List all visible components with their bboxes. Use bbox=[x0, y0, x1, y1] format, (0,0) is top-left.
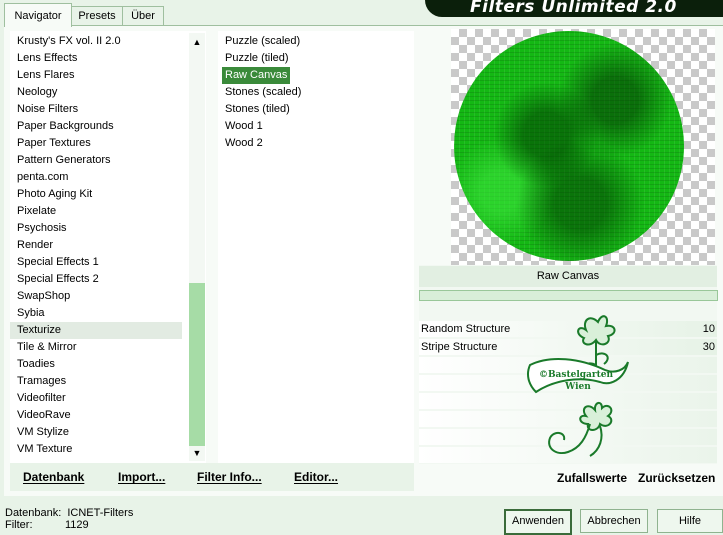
param-value: 10 bbox=[702, 323, 715, 335]
status-filter-label: Filter: bbox=[5, 519, 33, 531]
filter-list[interactable]: Puzzle (scaled) Puzzle (tiled) Raw Canvas S… bbox=[218, 31, 414, 463]
category-item[interactable]: Tile & Mirror bbox=[10, 339, 182, 356]
category-item[interactable]: Pattern Generators bbox=[10, 152, 182, 169]
status-db-value: ICNET-Filters bbox=[67, 507, 134, 519]
filter-item[interactable]: Wood 2 bbox=[225, 135, 263, 152]
preview-progress-bar bbox=[419, 290, 718, 301]
database-button[interactable]: Datenbank bbox=[23, 470, 84, 484]
watermark-logo: ©Bastelgarten Wien bbox=[527, 315, 629, 457]
filter-item[interactable]: Stones (scaled) bbox=[225, 84, 301, 101]
category-item[interactable]: VM Stylize bbox=[10, 424, 182, 441]
category-item[interactable]: Noise Filters bbox=[10, 101, 182, 118]
filter-item[interactable]: Puzzle (scaled) bbox=[225, 33, 300, 50]
category-item[interactable]: Photo Aging Kit bbox=[10, 186, 182, 203]
tab-presets[interactable]: Presets bbox=[71, 6, 123, 26]
filter-item[interactable]: Wood 1 bbox=[225, 118, 263, 135]
randomize-button[interactable]: Zufallswerte bbox=[557, 471, 627, 485]
category-item[interactable]: Pixelate bbox=[10, 203, 182, 220]
scroll-down-icon[interactable]: ▼ bbox=[189, 446, 205, 460]
category-item[interactable]: VideoRave bbox=[10, 407, 182, 424]
filter-info-button[interactable]: Filter Info... bbox=[197, 470, 262, 484]
param-label: Stripe Structure bbox=[421, 341, 498, 353]
preview-filter-name: Raw Canvas bbox=[419, 266, 717, 287]
watermark-text-line2: Wien bbox=[564, 382, 591, 392]
help-button[interactable]: Hilfe bbox=[657, 509, 723, 533]
status-filter-value: 1129 bbox=[65, 519, 89, 531]
category-item[interactable]: Lens Effects bbox=[10, 50, 182, 67]
category-list[interactable]: Krusty's FX vol. II 2.0 Lens Effects Lens … bbox=[10, 31, 206, 463]
param-value: 30 bbox=[702, 341, 715, 353]
editor-button[interactable]: Editor... bbox=[294, 470, 338, 484]
tab-navigator[interactable]: Navigator bbox=[4, 3, 72, 27]
scroll-thumb[interactable] bbox=[189, 283, 205, 446]
category-item[interactable]: SwapShop bbox=[10, 288, 182, 305]
category-item[interactable]: Render bbox=[10, 237, 182, 254]
preview-image bbox=[454, 31, 684, 261]
cancel-button[interactable]: Abbrechen bbox=[580, 509, 648, 533]
status-filter-count: Filter: 1129 bbox=[5, 519, 89, 531]
category-item[interactable]: Special Effects 2 bbox=[10, 271, 182, 288]
category-item[interactable]: Sybia bbox=[10, 305, 182, 322]
watermark-text-line1: ©Bastelgarten bbox=[539, 370, 614, 380]
filter-item[interactable]: Raw Canvas bbox=[222, 67, 291, 84]
category-item[interactable]: Lens Flares bbox=[10, 67, 182, 84]
category-item[interactable]: Special Effects 1 bbox=[10, 254, 182, 271]
status-database: Datenbank: ICNET-Filters bbox=[5, 507, 133, 519]
category-scrollbar[interactable]: ▲ ▼ bbox=[189, 33, 205, 461]
category-item[interactable]: penta.com bbox=[10, 169, 182, 186]
category-item[interactable]: Neology bbox=[10, 84, 182, 101]
category-item[interactable]: Videofilter bbox=[10, 390, 182, 407]
category-item[interactable]: Psychosis bbox=[10, 220, 182, 237]
category-item[interactable]: Texturize bbox=[10, 322, 182, 339]
category-item[interactable]: VM Texture bbox=[10, 441, 182, 458]
param-label: Random Structure bbox=[421, 323, 511, 335]
category-item[interactable]: Paper Textures bbox=[10, 135, 182, 152]
category-item[interactable]: Paper Backgrounds bbox=[10, 118, 182, 135]
category-item[interactable]: Krusty's FX vol. II 2.0 bbox=[10, 33, 182, 50]
filter-item[interactable]: Puzzle (tiled) bbox=[225, 50, 289, 67]
list-button-bar: Datenbank Import... Filter Info... Edito… bbox=[10, 463, 414, 491]
scroll-up-icon[interactable]: ▲ bbox=[189, 35, 205, 49]
tab-about[interactable]: Über bbox=[122, 6, 164, 26]
status-db-label: Datenbank: bbox=[5, 507, 62, 519]
category-item[interactable]: Tramages bbox=[10, 373, 182, 390]
app-title: Filters Unlimited 2.0 bbox=[470, 0, 677, 17]
import-button[interactable]: Import... bbox=[118, 470, 165, 484]
apply-button[interactable]: Anwenden bbox=[504, 509, 572, 535]
category-item[interactable]: Toadies bbox=[10, 356, 182, 373]
filter-item[interactable]: Stones (tiled) bbox=[225, 101, 290, 118]
reset-button[interactable]: Zurücksetzen bbox=[638, 471, 715, 485]
